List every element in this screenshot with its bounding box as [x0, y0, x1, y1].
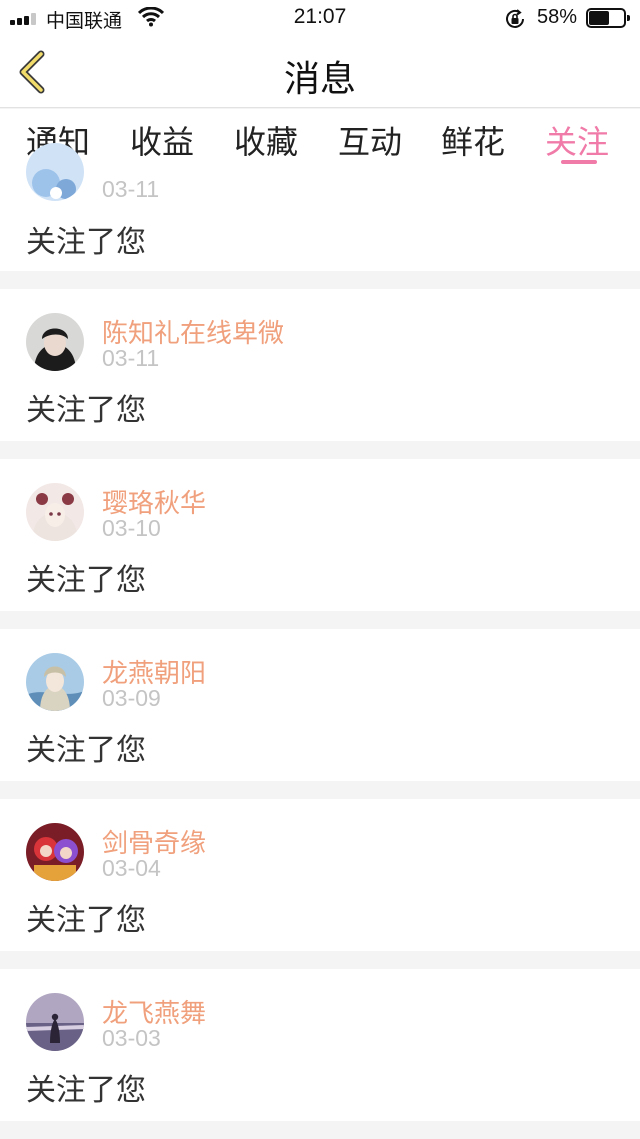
- message-text: 关注了您: [26, 225, 146, 260]
- list-item[interactable]: 03-11 关注了您: [0, 143, 640, 271]
- message-text: 关注了您: [26, 903, 146, 938]
- list-item[interactable]: 陈知礼在线卑微 03-11 关注了您: [0, 289, 640, 441]
- avatar[interactable]: [26, 143, 84, 201]
- orientation-lock-icon: [504, 8, 526, 34]
- message-text: 关注了您: [26, 733, 146, 768]
- avatar[interactable]: [26, 313, 84, 371]
- nav-bar: 消息: [0, 36, 640, 108]
- tab-follows[interactable]: 关注: [545, 117, 609, 163]
- page-title: 消息: [283, 59, 356, 100]
- status-bar: 中国联通 21:07 58%: [0, 0, 640, 36]
- battery-icon: [586, 8, 630, 28]
- message-date: 03-11: [102, 176, 160, 202]
- list-item[interactable]: 龙燕朝阳 03-09 关注了您: [0, 629, 640, 781]
- battery-percentage: 58%: [537, 6, 578, 28]
- avatar[interactable]: [26, 823, 84, 881]
- message-text: 关注了您: [26, 393, 146, 428]
- tab-earnings[interactable]: 收益: [130, 117, 194, 163]
- message-date: 03-04: [102, 855, 161, 881]
- message-date: 03-09: [102, 685, 161, 711]
- tab-flowers[interactable]: 鲜花: [441, 117, 505, 163]
- tab-interactions[interactable]: 互动: [338, 117, 402, 163]
- list-item[interactable]: 璎珞秋华 03-10 关注了您: [0, 459, 640, 611]
- message-date: 03-11: [102, 345, 160, 371]
- tab-bar: 通知 收益 收藏 互动 鲜花 关注: [0, 109, 640, 171]
- list-item[interactable]: 剑骨奇缘 03-04 关注了您: [0, 799, 640, 951]
- message-text: 关注了您: [26, 1073, 146, 1108]
- active-tab-indicator: [561, 160, 597, 164]
- list-item[interactable]: 龙飞燕舞 03-03 关注了您: [0, 969, 640, 1121]
- avatar[interactable]: [26, 993, 84, 1051]
- message-text: 关注了您: [26, 563, 146, 598]
- avatar[interactable]: [26, 653, 84, 711]
- message-date: 03-10: [102, 515, 161, 541]
- message-date: 03-03: [102, 1025, 161, 1051]
- tab-favorites[interactable]: 收藏: [234, 117, 298, 163]
- avatar[interactable]: [26, 483, 84, 541]
